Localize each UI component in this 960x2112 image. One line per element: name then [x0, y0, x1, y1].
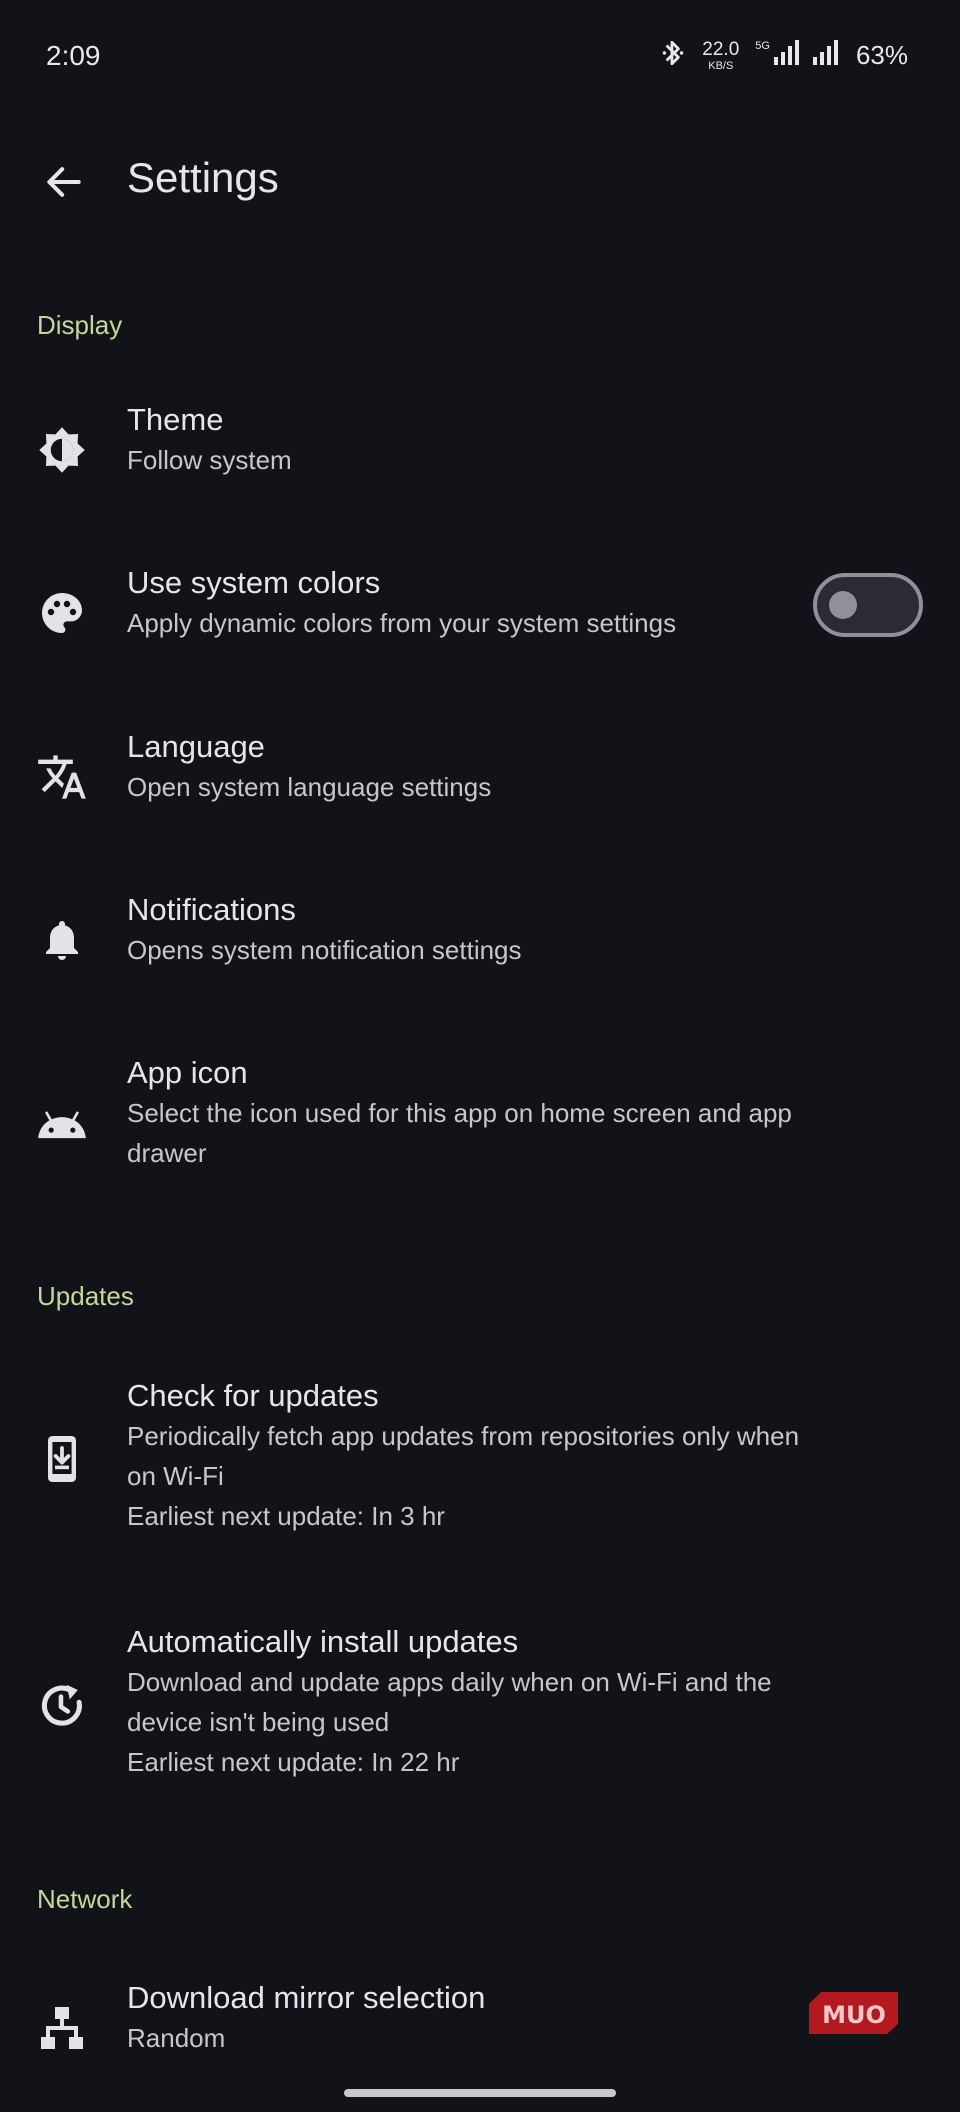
bluetooth-icon: [660, 38, 686, 73]
network-type-label: 5G: [755, 39, 770, 52]
android-icon: [34, 1095, 90, 1151]
bell-icon: [34, 912, 90, 968]
watermark-text: MUO: [822, 2001, 886, 2029]
settings-item-theme[interactable]: Theme Follow system: [0, 400, 960, 500]
toggle-knob: [829, 591, 857, 619]
settings-item-subtitle: Select the icon used for this app on hom…: [127, 1098, 792, 1128]
arrow-back-icon: [47, 167, 81, 197]
signal-strength-icon-2: [810, 39, 842, 72]
system-update-icon: [34, 1431, 90, 1487]
settings-item-language[interactable]: Language Open system language settings: [0, 727, 960, 827]
settings-item-subtitle-line-2: device isn't being used: [127, 1707, 390, 1737]
settings-item-title: Notifications: [127, 892, 296, 927]
settings-item-check-for-updates[interactable]: Check for updates Periodically fetch app…: [0, 1376, 960, 1556]
settings-item-next-update: Earliest next update: In 3 hr: [127, 1501, 445, 1531]
settings-item-next-update: Earliest next update: In 22 hr: [127, 1747, 460, 1777]
system-colors-toggle[interactable]: [813, 573, 923, 637]
home-indicator[interactable]: [344, 2089, 616, 2097]
settings-item-subtitle: Opens system notification settings: [127, 935, 522, 965]
theme-icon: [34, 422, 90, 478]
settings-item-title: Download mirror selection: [127, 1980, 486, 2015]
settings-item-notifications[interactable]: Notifications Opens system notification …: [0, 890, 960, 990]
settings-item-subtitle-line-2: on Wi-Fi: [127, 1461, 224, 1491]
settings-item-title: Theme: [127, 402, 224, 437]
settings-item-app-icon[interactable]: App icon Select the icon used for this a…: [0, 1053, 960, 1193]
settings-item-title: Automatically install updates: [127, 1624, 519, 1659]
settings-item-title: Language: [127, 729, 265, 764]
settings-item-subtitle: Follow system: [127, 445, 292, 475]
app-bar: Settings: [0, 140, 960, 220]
network-speed-value: 22.0: [702, 38, 740, 60]
settings-item-title: App icon: [127, 1055, 248, 1090]
section-header-updates: Updates: [37, 1281, 134, 1311]
settings-item-subtitle: Apply dynamic colors from your system se…: [127, 608, 677, 638]
settings-item-subtitle: Periodically fetch app updates from repo…: [127, 1421, 800, 1451]
settings-item-subtitle: Random: [127, 2023, 226, 2053]
battery-percentage: 63%: [855, 40, 908, 70]
muo-watermark-logo: MUO: [805, 1988, 900, 2036]
page-title: Settings: [127, 154, 279, 201]
settings-item-use-system-colors[interactable]: Use system colors Apply dynamic colors f…: [0, 563, 960, 663]
status-bar: 2:09 22.0 KB/S 5G 63%: [0, 0, 960, 112]
translate-icon: [34, 749, 90, 805]
section-header-network: Network: [37, 1884, 133, 1914]
back-button[interactable]: [36, 154, 92, 210]
palette-icon: [34, 585, 90, 641]
settings-item-automatically-install-updates[interactable]: Automatically install updates Download a…: [0, 1622, 960, 1802]
update-clock-icon: [34, 1678, 90, 1734]
settings-item-subtitle: Open system language settings: [127, 772, 492, 802]
lan-icon: [34, 2000, 90, 2056]
signal-strength-icon: [772, 39, 800, 72]
settings-item-subtitle: Download and update apps daily when on W…: [127, 1667, 772, 1697]
status-time: 2:09: [46, 40, 101, 71]
section-header-display: Display: [37, 310, 123, 340]
settings-item-title: Check for updates: [127, 1378, 379, 1413]
settings-item-subtitle-line-2: drawer: [127, 1138, 207, 1168]
status-icons: 22.0 KB/S 5G 63%: [660, 38, 908, 73]
network-speed: 22.0 KB/S: [702, 40, 739, 72]
network-speed-unit: KB/S: [708, 59, 734, 72]
settings-item-title: Use system colors: [127, 565, 381, 600]
